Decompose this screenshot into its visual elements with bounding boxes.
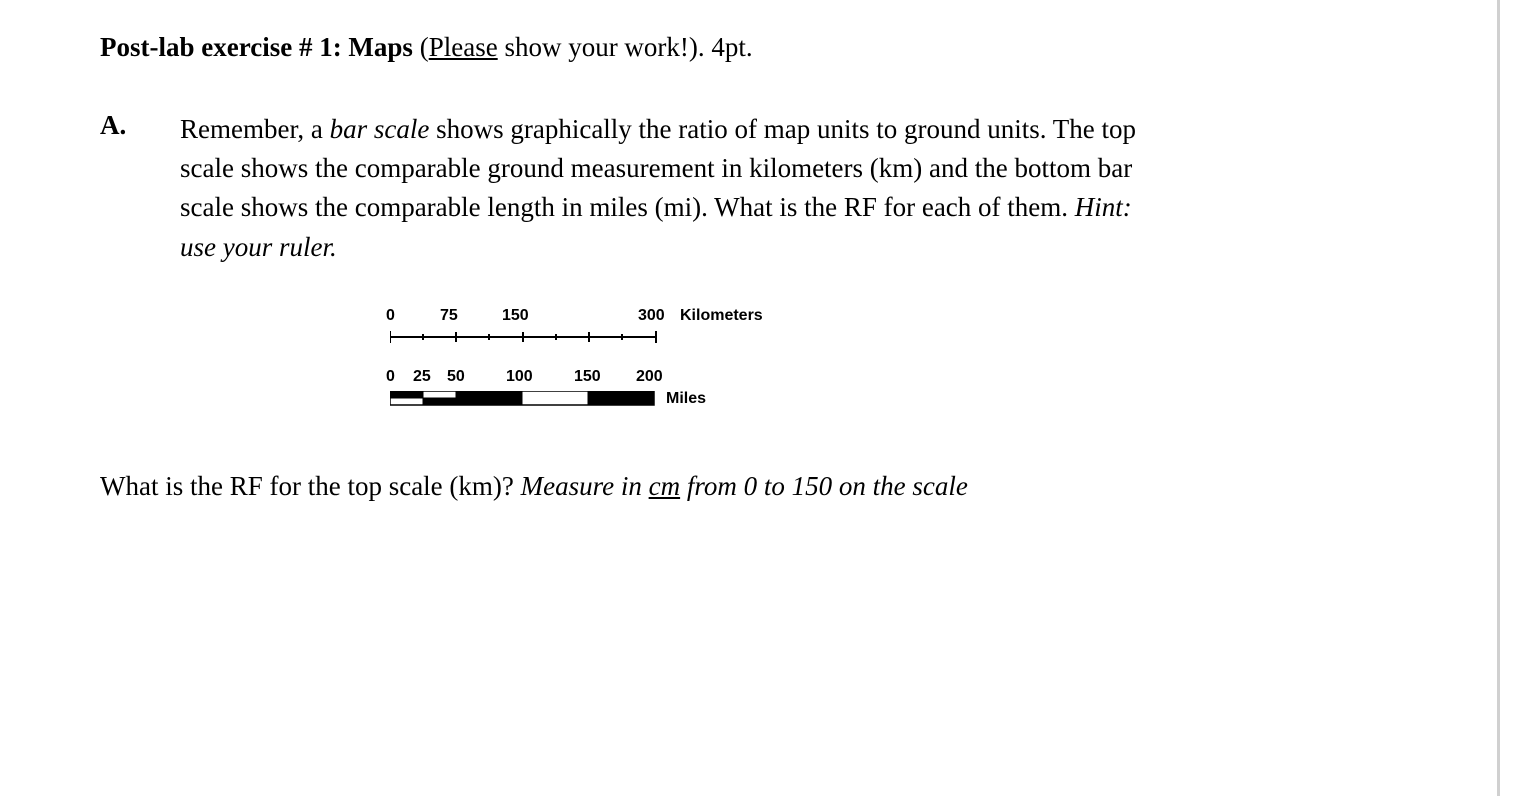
km-axis-svg (390, 329, 670, 345)
title-prefix: Post-lab exercise # 1: Maps (100, 32, 413, 62)
km-scale: 0 75 150 300 Kilometers (390, 307, 1422, 350)
page-title: Post-lab exercise # 1: Maps (Please show… (100, 30, 1422, 65)
bar-scale-figure: 0 75 150 300 Kilometers 0 25 50 100 150 … (390, 307, 1422, 408)
km-label-150: 150 (502, 307, 529, 325)
mi-label-25: 25 (413, 368, 431, 386)
section-a: A. Remember, a bar scale shows graphical… (100, 110, 1422, 267)
mi-label-100: 100 (506, 368, 533, 386)
title-paren: (Please show your work!). (420, 32, 712, 62)
question-text: What is the RF for the top scale (km)? M… (100, 468, 1422, 506)
km-label-0: 0 (386, 307, 395, 325)
page-border (1497, 0, 1500, 796)
title-points: 4pt. (711, 32, 752, 62)
mi-unit-label: Miles (666, 390, 706, 408)
km-label-300: 300 (638, 307, 665, 325)
km-unit-label: Kilometers (680, 307, 763, 325)
section-body: Remember, a bar scale shows graphically … (180, 110, 1160, 267)
mi-label-50: 50 (447, 368, 465, 386)
mi-bar-svg (390, 391, 662, 407)
km-label-75: 75 (440, 307, 458, 325)
mi-scale: 0 25 50 100 150 200 (390, 368, 1422, 408)
section-label: A. (100, 110, 145, 267)
mi-label-150: 150 (574, 368, 601, 386)
mi-label-200: 200 (636, 368, 663, 386)
mi-label-0: 0 (386, 368, 395, 386)
